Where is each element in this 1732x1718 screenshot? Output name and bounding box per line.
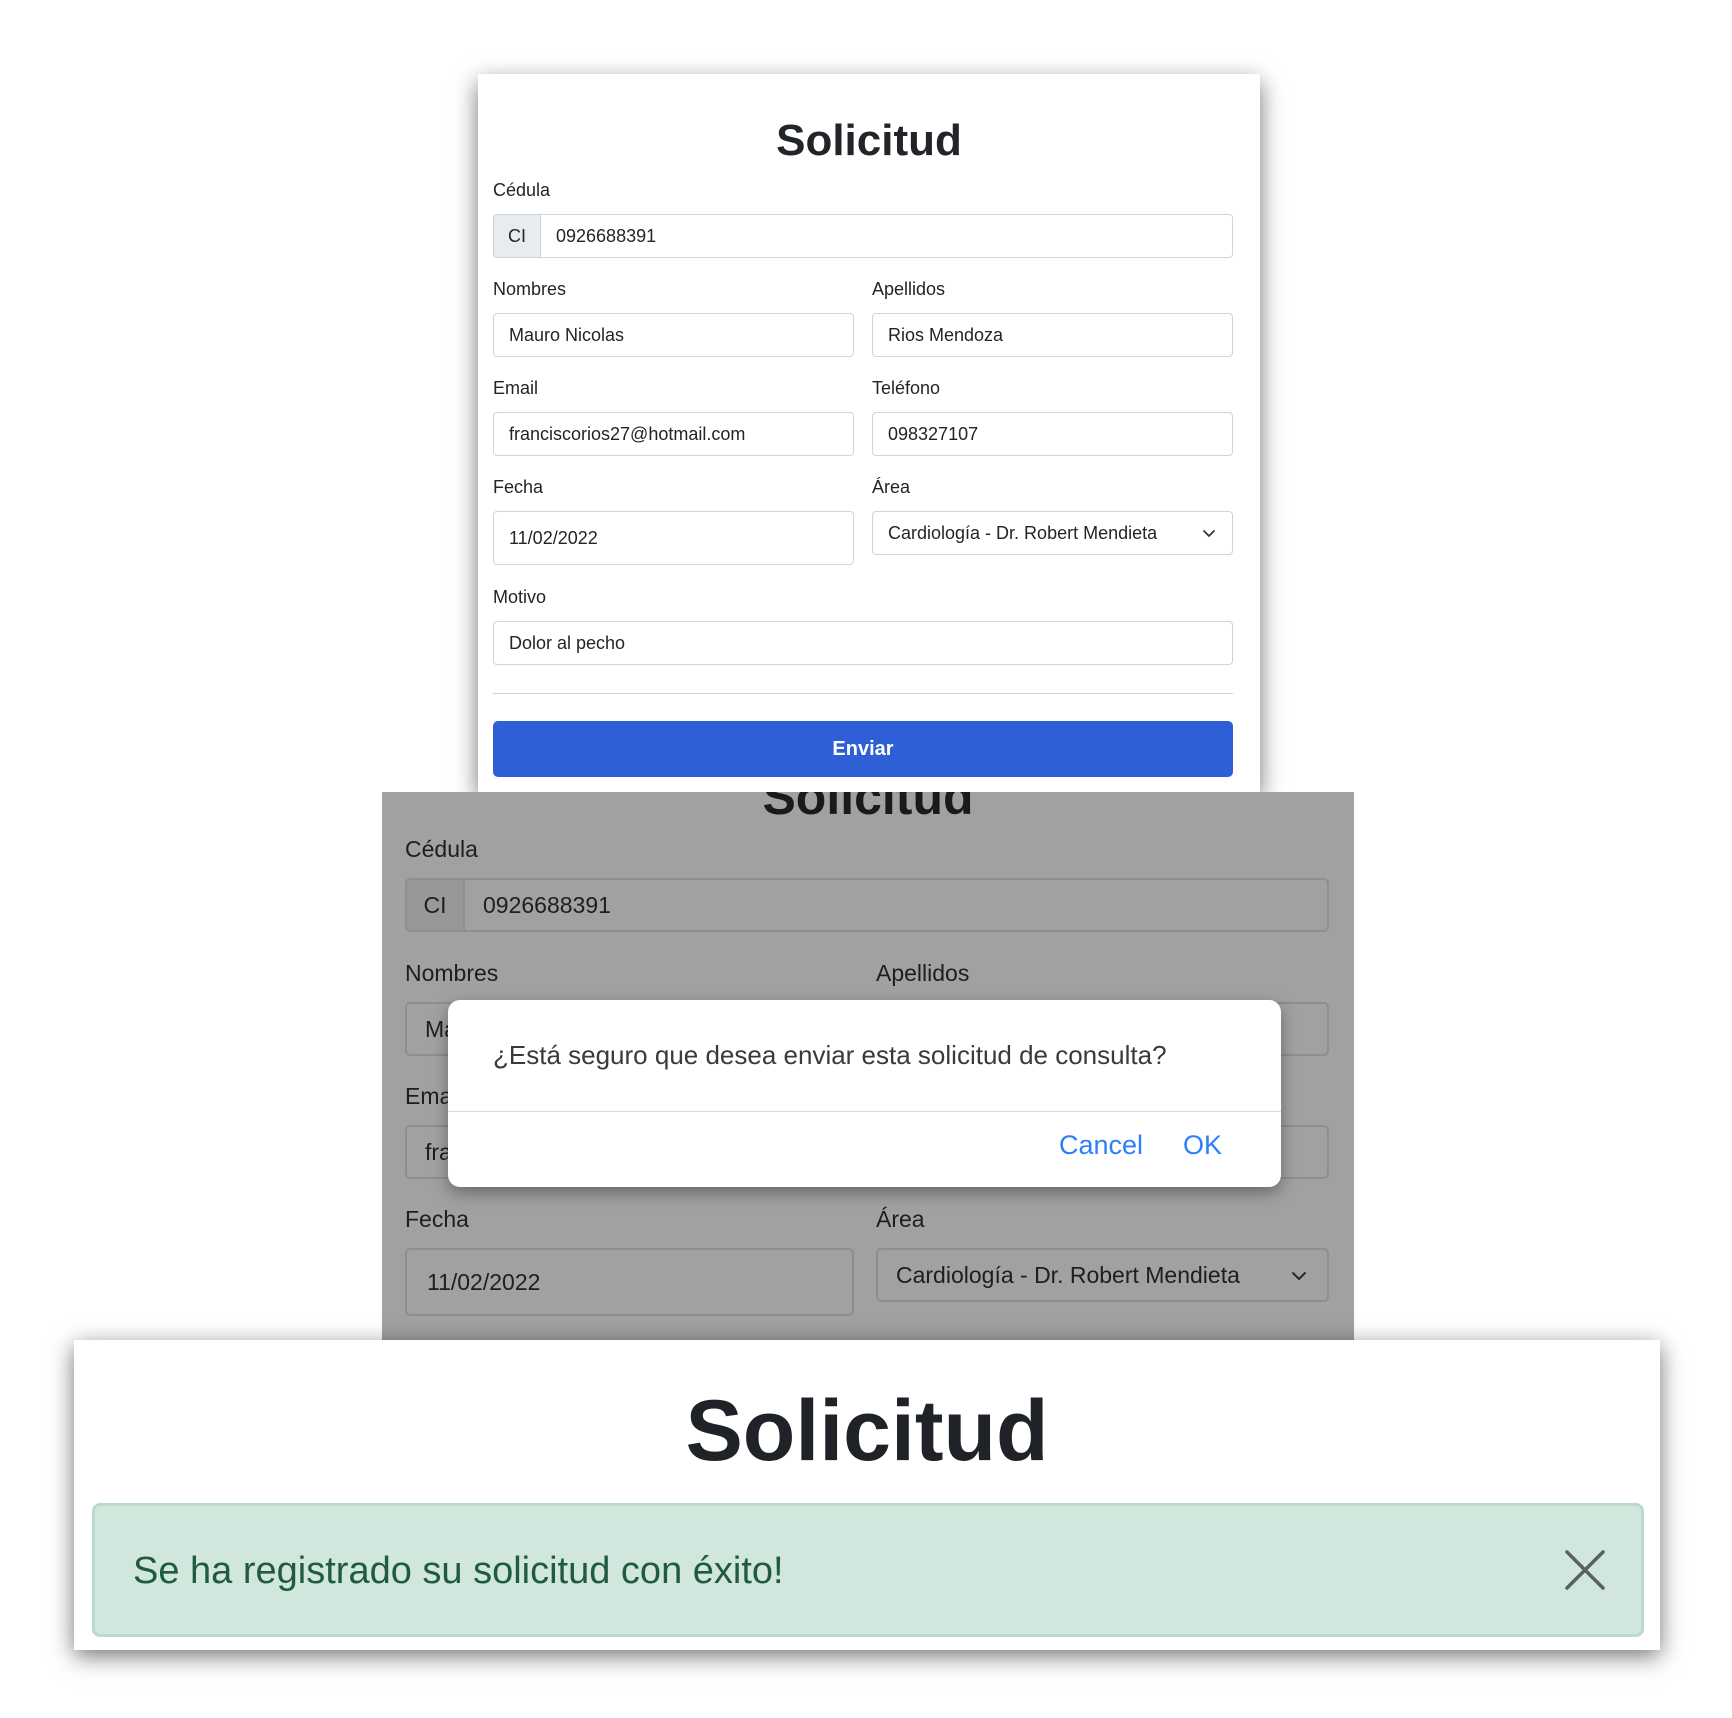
chevron-down-icon: [1203, 530, 1215, 537]
chevron-down-icon: [1292, 1272, 1306, 1280]
nombres-label: Nombres: [405, 960, 499, 986]
cedula-label: Cédula: [405, 836, 478, 862]
area-select[interactable]: Cardiología - Dr. Robert Mendieta: [872, 511, 1233, 555]
telefono-label: Teléfono: [872, 378, 941, 398]
telefono-input[interactable]: 098327107: [872, 412, 1233, 456]
success-alert: Se ha registrado su solicitud con éxito!: [92, 1503, 1644, 1637]
area-select-value: Cardiología - Dr. Robert Mendieta: [896, 1261, 1240, 1288]
cedula-input[interactable]: 0926688391: [463, 878, 1329, 932]
fecha-label: Fecha: [493, 477, 544, 497]
cedula-prefix: CI: [493, 214, 541, 258]
close-icon[interactable]: [1563, 1548, 1607, 1592]
area-label: Área: [872, 477, 911, 497]
motivo-label: Motivo: [493, 587, 547, 607]
motivo-input[interactable]: Dolor al pecho: [493, 621, 1233, 665]
dialog-message: ¿Está seguro que desea enviar esta solic…: [493, 1040, 1167, 1070]
email-input[interactable]: franciscorios27@hotmail.com: [493, 412, 854, 456]
confirm-dialog: ¿Está seguro que desea enviar esta solic…: [448, 1000, 1281, 1187]
page-title: Solicitud: [776, 116, 962, 165]
success-panel: Solicitud Se ha registrado su solicitud …: [74, 1340, 1660, 1650]
form-divider: [493, 693, 1233, 694]
enviar-button[interactable]: Enviar: [493, 721, 1233, 777]
cedula-label: Cédula: [493, 180, 551, 200]
alert-message: Se ha registrado su solicitud con éxito!: [133, 1550, 784, 1592]
fecha-input[interactable]: 11/02/2022: [493, 511, 854, 565]
area-label: Área: [876, 1206, 925, 1232]
fecha-label: Fecha: [405, 1206, 469, 1232]
ok-button[interactable]: OK: [1183, 1130, 1222, 1161]
apellidos-label: Apellidos: [876, 960, 970, 986]
nombres-label: Nombres: [493, 279, 567, 299]
cancel-button[interactable]: Cancel: [1059, 1130, 1143, 1161]
form-panel: Solicitud Cédula CI 0926688391 Nombres M…: [478, 74, 1260, 792]
confirm-panel: Solicitud Cédula CI 0926688391 Nombres M…: [382, 792, 1354, 1340]
email-label: Ema: [405, 1083, 453, 1109]
cedula-input[interactable]: 0926688391: [540, 214, 1233, 258]
area-select-value: Cardiología - Dr. Robert Mendieta: [888, 522, 1158, 543]
page-title-cropped: Solicitud: [762, 792, 974, 825]
area-select[interactable]: Cardiología - Dr. Robert Mendieta: [876, 1248, 1329, 1302]
nombres-input[interactable]: Mauro Nicolas: [493, 313, 854, 357]
dialog-divider: [448, 1111, 1281, 1112]
page-title: Solicitud: [685, 1383, 1049, 1479]
fecha-input[interactable]: 11/02/2022: [405, 1248, 854, 1316]
cedula-prefix: CI: [405, 878, 465, 932]
apellidos-input[interactable]: Rios Mendoza: [872, 313, 1233, 357]
apellidos-label: Apellidos: [872, 279, 946, 299]
email-label: Email: [493, 378, 539, 398]
